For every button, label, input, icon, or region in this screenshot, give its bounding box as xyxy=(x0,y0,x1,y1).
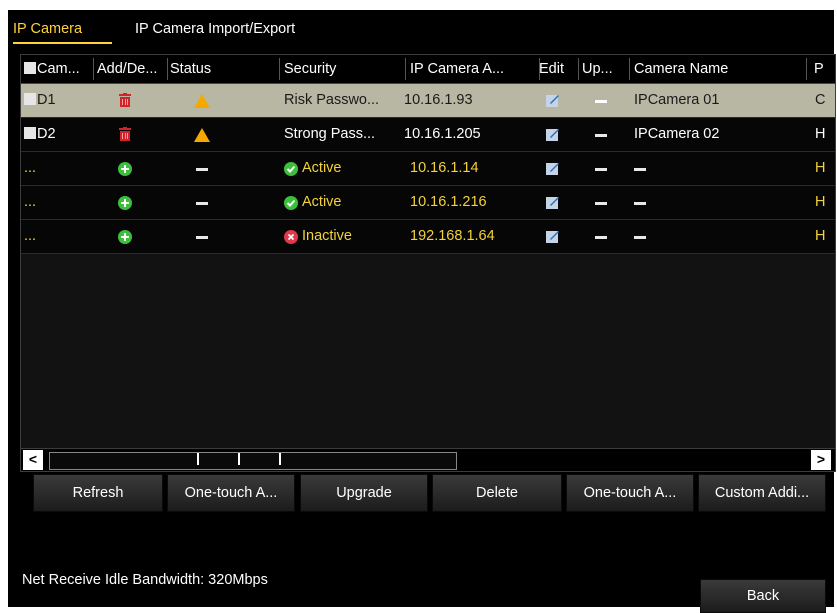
header-protocol[interactable]: P xyxy=(814,55,834,83)
add-icon[interactable] xyxy=(118,196,132,210)
protocol-cell: H xyxy=(815,228,826,244)
header-camera[interactable]: Cam... xyxy=(24,55,90,83)
column-divider xyxy=(629,58,630,80)
upgrade-dash xyxy=(595,202,607,205)
add-icon[interactable] xyxy=(118,162,132,176)
camera-name-dash xyxy=(634,202,646,205)
status-dash xyxy=(196,168,208,171)
camera-name-dash xyxy=(634,168,646,171)
camera-name-cell: IPCamera 01 xyxy=(634,92,720,108)
select-all-checkbox[interactable] xyxy=(24,62,36,74)
edit-icon[interactable] xyxy=(546,162,560,175)
warning-icon xyxy=(194,128,210,142)
horizontal-scrollbar[interactable]: < > xyxy=(20,448,836,472)
table-row[interactable]: D2 Strong Pass... 10.16.1.205 IPCamera 0… xyxy=(21,118,835,152)
one-touch-activate-button[interactable]: One-touch A... xyxy=(167,474,295,512)
upgrade-dash xyxy=(595,134,607,137)
scroll-thumb[interactable] xyxy=(49,452,457,470)
camera-cell: D1 xyxy=(24,84,56,117)
column-divider xyxy=(279,58,280,80)
back-button[interactable]: Back xyxy=(700,579,826,613)
table-header: Cam... Add/De... Status Security IP Came… xyxy=(21,55,835,84)
upgrade-button[interactable]: Upgrade xyxy=(300,474,428,512)
tab-ip-camera[interactable]: IP Camera xyxy=(13,21,82,37)
refresh-button[interactable]: Refresh xyxy=(33,474,163,512)
column-divider xyxy=(405,58,406,80)
ip-camera-panel: IP Camera IP Camera Import/Export Cam...… xyxy=(8,10,836,613)
custom-adding-button[interactable]: Custom Addi... xyxy=(698,474,826,512)
add-icon[interactable] xyxy=(118,230,132,244)
header-edit[interactable]: Edit xyxy=(539,55,575,83)
scroll-left-button[interactable]: < xyxy=(23,450,43,470)
camera-cell: ... xyxy=(24,160,37,176)
column-divider xyxy=(578,58,579,80)
thumb-grip xyxy=(238,453,240,465)
header-security[interactable]: Security xyxy=(284,55,394,83)
upgrade-dash xyxy=(595,236,607,239)
header-add-delete[interactable]: Add/De... xyxy=(97,55,165,83)
security-cell: Inactive xyxy=(302,228,352,244)
header-camera-name[interactable]: Camera Name xyxy=(634,55,804,83)
table-row[interactable]: ... Active 10.16.1.216 H xyxy=(21,186,835,220)
security-cell: Strong Pass... xyxy=(284,126,376,142)
trash-icon[interactable] xyxy=(119,93,131,107)
protocol-cell: H xyxy=(815,160,826,176)
column-divider xyxy=(167,58,168,80)
scroll-right-button[interactable]: > xyxy=(811,450,831,470)
check-icon xyxy=(284,196,298,210)
warning-icon xyxy=(194,94,210,108)
table-row[interactable]: D1 Risk Passwo... 10.16.1.93 IPCamera 01… xyxy=(21,84,835,118)
security-cell: Active xyxy=(302,160,342,176)
protocol-cell: H xyxy=(815,194,826,210)
edit-icon[interactable] xyxy=(546,128,560,141)
security-cell: Active xyxy=(302,194,342,210)
edit-icon[interactable] xyxy=(546,94,560,107)
edit-icon[interactable] xyxy=(546,230,560,243)
camera-table: Cam... Add/De... Status Security IP Came… xyxy=(20,54,836,468)
table-row[interactable]: ... Active 10.16.1.14 H xyxy=(21,152,835,186)
table-row[interactable]: ... Inactive 192.168.1.64 H xyxy=(21,220,835,254)
header-status[interactable]: Status xyxy=(170,55,240,83)
ip-address-cell: 192.168.1.64 xyxy=(410,228,495,244)
column-divider xyxy=(806,58,807,80)
thumb-grip xyxy=(279,453,281,465)
protocol-cell: C xyxy=(815,92,826,108)
row-checkbox[interactable] xyxy=(24,127,36,139)
ip-address-cell: 10.16.1.93 xyxy=(404,92,473,108)
cross-icon xyxy=(284,230,298,244)
row-checkbox[interactable] xyxy=(24,93,36,105)
status-dash xyxy=(196,202,208,205)
trash-icon[interactable] xyxy=(119,127,131,141)
camera-cell: ... xyxy=(24,228,37,244)
check-icon xyxy=(284,162,298,176)
bandwidth-status: Net Receive Idle Bandwidth: 320Mbps xyxy=(22,572,268,588)
status-dash xyxy=(196,236,208,239)
one-touch-adding-button[interactable]: One-touch A... xyxy=(566,474,694,512)
ip-address-cell: 10.16.1.216 xyxy=(410,194,487,210)
security-cell: Risk Passwo... xyxy=(284,92,380,108)
delete-button[interactable]: Delete xyxy=(432,474,562,512)
camera-name-dash xyxy=(634,236,646,239)
header-upgrade[interactable]: Up... xyxy=(582,55,616,83)
tab-bar: IP Camera IP Camera Import/Export xyxy=(8,10,834,46)
camera-cell: D2 xyxy=(24,118,56,151)
thumb-grip xyxy=(197,453,199,465)
tab-ip-camera-import-export[interactable]: IP Camera Import/Export xyxy=(135,21,295,37)
upgrade-dash xyxy=(595,168,607,171)
protocol-cell: H xyxy=(815,126,826,142)
camera-cell: ... xyxy=(24,194,37,210)
upgrade-dash xyxy=(595,100,607,103)
camera-name-cell: IPCamera 02 xyxy=(634,126,720,142)
column-divider xyxy=(93,58,94,80)
edit-icon[interactable] xyxy=(546,196,560,209)
active-tab-indicator xyxy=(13,42,112,44)
ip-address-cell: 10.16.1.205 xyxy=(404,126,481,142)
ip-address-cell: 10.16.1.14 xyxy=(410,160,479,176)
header-ip-address[interactable]: IP Camera A... xyxy=(410,55,538,83)
